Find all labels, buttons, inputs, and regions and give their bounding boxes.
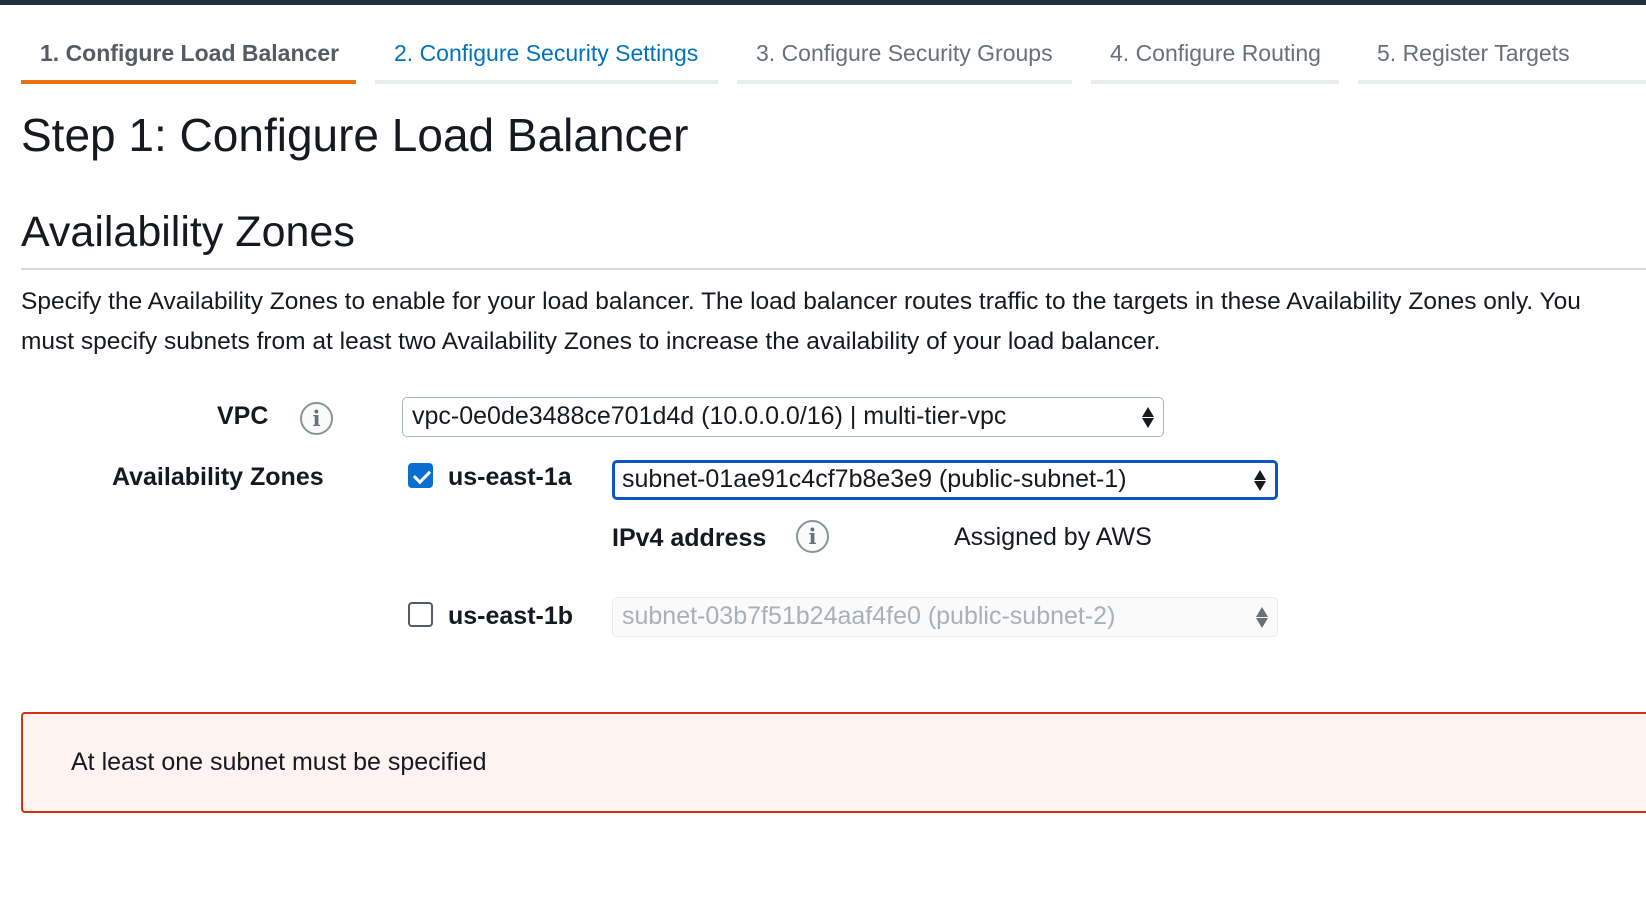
vpc-select-value: vpc-0e0de3488ce701d4d (10.0.0.0/16) | mu… [412,402,1007,430]
az-checkbox-us-east-1b[interactable] [408,602,433,627]
az-name-us-east-1a: us-east-1a [448,463,572,491]
error-alert: At least one subnet must be specified [21,712,1646,813]
tab-label: 3. Configure Security Groups [756,40,1053,66]
section-divider [21,268,1646,270]
availability-zones-label: Availability Zones [112,463,324,491]
subnet-select-us-east-1b: subnet-03b7f51b24aaf4fe0 (public-subnet-… [612,597,1278,637]
tab-label: 5. Register Targets [1377,40,1570,66]
tab-configure-security-settings[interactable]: 2. Configure Security Settings [375,38,718,84]
select-arrows-icon [1142,403,1154,431]
ipv4-address-value: Assigned by AWS [954,523,1152,551]
section-description: Specify the Availability Zones to enable… [21,282,1646,364]
error-message: At least one subnet must be specified [71,748,487,776]
load-balancer-wizard-page: 1. Configure Load Balancer 2. Configure … [0,0,1646,918]
console-top-bar [0,0,1646,5]
subnet-select-value: subnet-01ae91c4cf7b8e3e9 (public-subnet-… [622,465,1127,493]
tab-configure-routing: 4. Configure Routing [1091,38,1339,84]
subnet-select-us-east-1a[interactable]: subnet-01ae91c4cf7b8e3e9 (public-subnet-… [612,460,1278,500]
subnet-select-value: subnet-03b7f51b24aaf4fe0 (public-subnet-… [622,602,1116,630]
select-arrows-icon [1256,603,1268,631]
tab-configure-security-groups: 3. Configure Security Groups [737,38,1072,84]
info-icon[interactable]: i [796,520,829,553]
tab-label: 2. Configure Security Settings [394,40,699,66]
info-icon[interactable]: i [300,402,333,435]
select-arrows-icon [1254,466,1266,494]
tab-label: 4. Configure Routing [1110,40,1321,66]
description-line: Specify the Availability Zones to enable… [21,288,1581,315]
description-line: must specify subnets from at least two A… [21,328,1161,355]
vpc-select[interactable]: vpc-0e0de3488ce701d4d (10.0.0.0/16) | mu… [402,397,1164,437]
az-name-us-east-1b: us-east-1b [448,602,574,630]
az-checkbox-us-east-1a[interactable] [408,463,433,488]
ipv4-address-label: IPv4 address [612,524,767,552]
tab-label: 1. Configure Load Balancer [40,40,340,66]
section-title: Availability Zones [21,208,355,256]
page-title: Step 1: Configure Load Balancer [21,109,689,161]
tab-configure-load-balancer[interactable]: 1. Configure Load Balancer [21,38,356,84]
tab-register-targets: 5. Register Targets [1358,38,1646,84]
vpc-label: VPC [217,402,269,430]
